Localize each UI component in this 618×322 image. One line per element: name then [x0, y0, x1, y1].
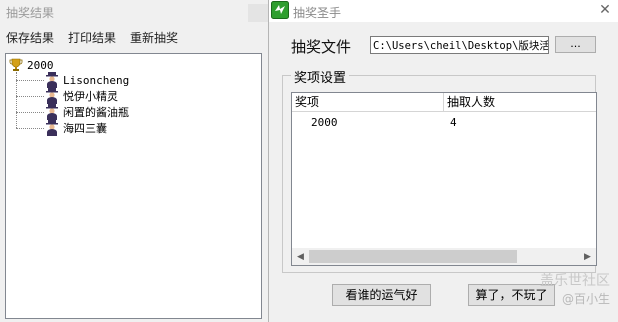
main-window: 抽奖圣手 ✕ 抽奖文件 C:\Users\cheil\Desktop\版块活 .…	[268, 0, 618, 322]
results-tree[interactable]: 2000 Lisoncheng 悦伊小精灵 闲置的酱油瓶 海四三囊	[5, 53, 262, 319]
person-icon	[44, 88, 60, 104]
results-window-title: 抽奖结果	[6, 6, 55, 20]
cell-count: 4	[450, 116, 457, 129]
close-icon[interactable]: ✕	[594, 0, 616, 20]
main-titlebar: 抽奖圣手 ✕	[269, 0, 618, 22]
results-window-titlebar-button[interactable]	[248, 4, 268, 22]
person-icon	[44, 120, 60, 136]
tree-root-node[interactable]: 2000	[9, 57, 54, 73]
scrollbar-thumb[interactable]	[309, 250, 517, 263]
menu-redraw[interactable]: 重新抽奖	[130, 29, 178, 46]
file-path-field[interactable]: C:\Users\cheil\Desktop\版块活	[370, 36, 549, 54]
cell-prize: 2000	[311, 116, 338, 129]
column-header-count[interactable]: 抽取人数	[444, 93, 596, 111]
tree-item[interactable]: Lisoncheng	[16, 72, 129, 88]
file-label: 抽奖文件	[291, 38, 352, 56]
results-window: 抽奖结果 保存结果 打印结果 重新抽奖 2000 Lisoncheng 悦伊小精…	[0, 0, 268, 322]
tree-root-label: 2000	[27, 58, 54, 72]
scroll-right-icon[interactable]: ▶	[579, 248, 596, 265]
main-window-title: 抽奖圣手	[293, 6, 342, 20]
prize-list[interactable]: 奖项 抽取人数 2000 4 ◀ ▶	[291, 92, 597, 266]
tree-item-label: Lisoncheng	[63, 73, 130, 87]
person-icon	[44, 72, 60, 88]
column-header-prize[interactable]: 奖项	[292, 93, 444, 111]
tree-item[interactable]: 海四三囊	[16, 120, 107, 136]
table-row[interactable]: 2000 4	[292, 115, 596, 131]
tree-item[interactable]: 闲置的酱油瓶	[16, 104, 129, 120]
menu-save-results[interactable]: 保存结果	[6, 29, 54, 46]
results-menubar: 保存结果 打印结果 重新抽奖	[0, 26, 268, 46]
tree-item-label: 悦伊小精灵	[63, 90, 118, 103]
tree-item-label: 闲置的酱油瓶	[63, 106, 129, 119]
app-icon	[271, 1, 289, 19]
menu-print-results[interactable]: 打印结果	[68, 29, 116, 46]
draw-button[interactable]: 看谁的运气好	[332, 284, 431, 306]
scroll-left-icon[interactable]: ◀	[292, 248, 309, 265]
quit-button[interactable]: 算了，不玩了	[468, 284, 555, 306]
tree-item-label: 海四三囊	[63, 122, 107, 135]
horizontal-scrollbar[interactable]: ◀ ▶	[292, 248, 596, 265]
list-header: 奖项 抽取人数	[292, 93, 596, 112]
tree-item[interactable]: 悦伊小精灵	[16, 88, 118, 104]
person-icon	[44, 104, 60, 120]
browse-button[interactable]: ...	[555, 36, 596, 53]
trophy-icon	[9, 58, 23, 72]
group-title: 奖项设置	[291, 67, 350, 86]
